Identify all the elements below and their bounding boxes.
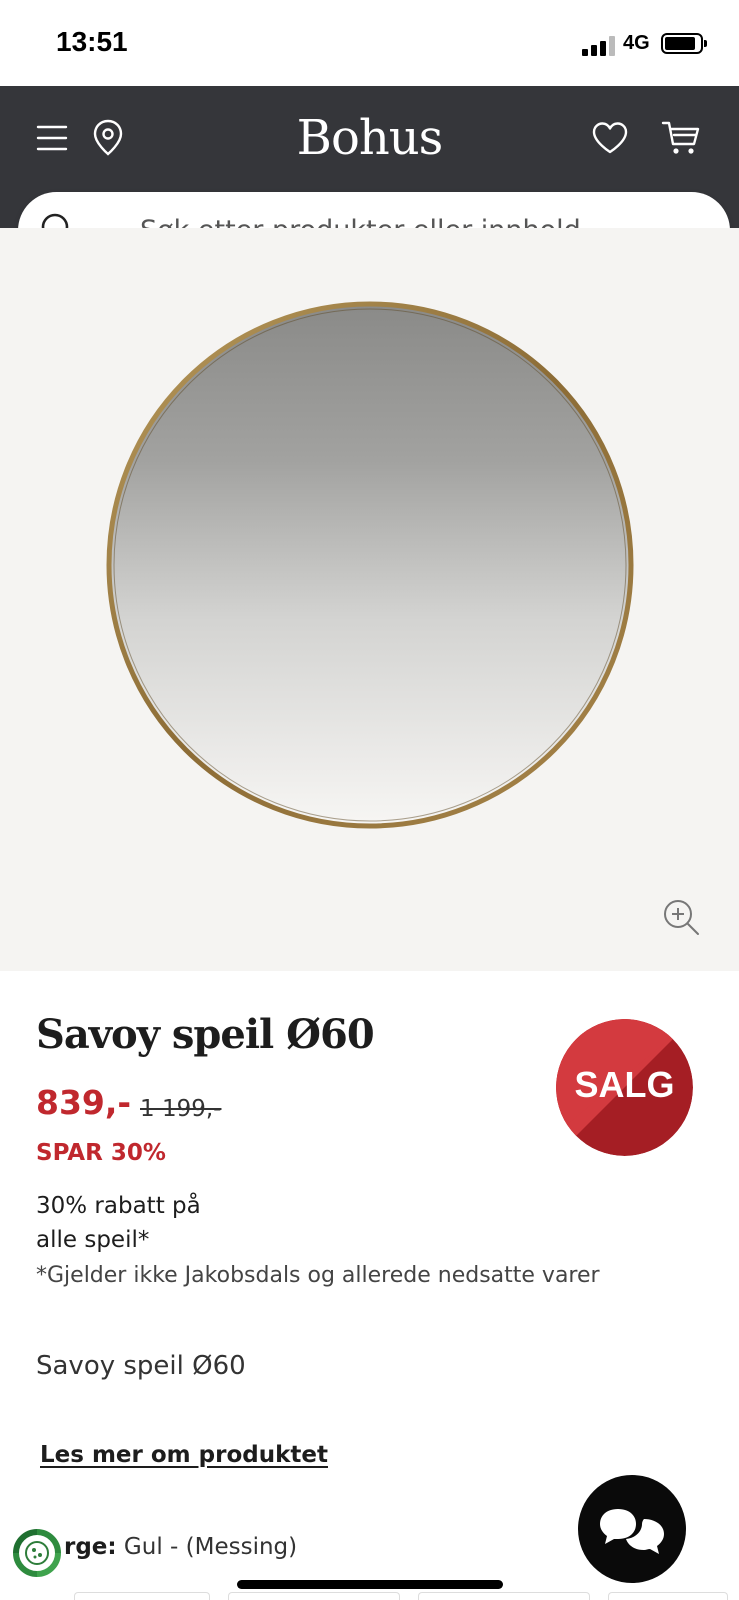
color-label: rge: bbox=[64, 1534, 117, 1560]
swatch[interactable] bbox=[418, 1592, 590, 1600]
color-option: rge: Gul - (Messing) bbox=[64, 1534, 297, 1560]
promo-line-1: 30% rabatt på bbox=[36, 1193, 201, 1219]
signal-icon bbox=[582, 36, 616, 56]
promo-disclaimer: *Gjelder ikke Jakobsdals og allerede ned… bbox=[36, 1263, 600, 1288]
heart-icon[interactable] bbox=[590, 118, 630, 158]
sale-badge: SALG bbox=[556, 1019, 693, 1156]
home-indicator bbox=[237, 1580, 503, 1589]
promo-line-2: alle speil* bbox=[36, 1227, 150, 1253]
product-description: Savoy speil Ø60 bbox=[36, 1351, 246, 1381]
swatch[interactable] bbox=[608, 1592, 728, 1600]
promo-text: 30% rabatt på alle speil* bbox=[36, 1189, 256, 1257]
swatch[interactable] bbox=[228, 1592, 400, 1600]
eco-badge-icon[interactable] bbox=[12, 1528, 62, 1582]
swatch[interactable] bbox=[74, 1592, 210, 1600]
sale-badge-label: SALG bbox=[574, 1064, 675, 1105]
color-swatches bbox=[0, 1592, 739, 1600]
status-time: 13:51 bbox=[56, 26, 128, 57]
product-info: Savoy speil Ø60 839,- 1 199,- SPAR 30% S… bbox=[0, 971, 739, 1600]
product-image[interactable] bbox=[105, 300, 635, 830]
discount-label: SPAR 30% bbox=[36, 1140, 166, 1166]
status-bar: 13:51 4G bbox=[0, 0, 739, 86]
color-row: rge: Gul - (Messing) bbox=[0, 1528, 400, 1577]
chat-button[interactable] bbox=[578, 1475, 686, 1583]
color-value: Gul - (Messing) bbox=[123, 1534, 298, 1560]
chat-bubbles-icon bbox=[600, 1509, 664, 1554]
product-image-gallery[interactable] bbox=[0, 228, 739, 971]
product-title: Savoy speil Ø60 bbox=[36, 1011, 375, 1058]
network-type: 4G bbox=[623, 32, 650, 54]
read-more-link[interactable]: Les mer om produktet bbox=[40, 1442, 328, 1468]
current-price: 839,- bbox=[36, 1083, 132, 1122]
battery-icon bbox=[661, 33, 707, 54]
original-price: 1 199,- bbox=[140, 1096, 222, 1122]
shopping-cart-icon[interactable] bbox=[660, 118, 702, 158]
zoom-in-icon[interactable] bbox=[662, 898, 702, 942]
